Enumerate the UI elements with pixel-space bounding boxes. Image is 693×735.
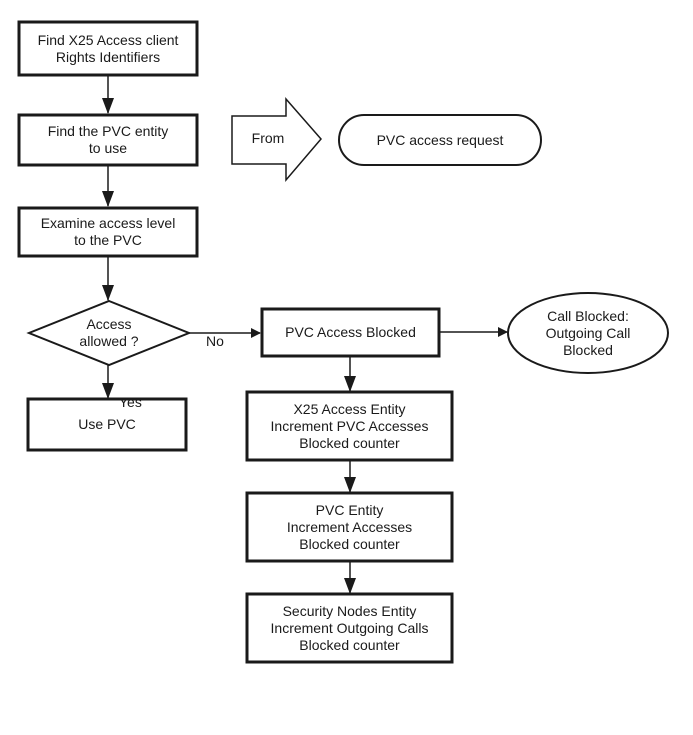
node-find-rights-label: Find X25 Access client Rights Identifier…	[37, 31, 179, 65]
edge-label-no: No	[206, 333, 224, 349]
node-security-counter-label: Security Nodes Entity Increment Outgoing…	[270, 602, 429, 653]
node-call-blocked-label: Call Blocked: Outgoing Call Blocked	[545, 307, 631, 358]
node-blocked-label: PVC Access Blocked	[285, 324, 416, 340]
from-label: From	[251, 129, 285, 146]
node-find-pvc-label: Find the PVC entity to use	[47, 123, 169, 156]
pvc-access-request-label: PVC access request	[376, 131, 504, 148]
node-decision-label: Access allowed ?	[79, 316, 139, 349]
edge-label-yes: Yes	[119, 394, 142, 410]
node-x25-counter-label: X25 Access Entity Increment PVC Accesses…	[270, 400, 429, 451]
node-examine-label: Examine access level to the PVC	[40, 215, 176, 248]
node-pvc-counter-label: PVC Entity Increment Accesses Blocked co…	[286, 501, 413, 552]
flowchart: Find X25 Access client Rights Identifier…	[0, 0, 693, 735]
node-use-pvc-label: Use PVC	[78, 416, 136, 432]
